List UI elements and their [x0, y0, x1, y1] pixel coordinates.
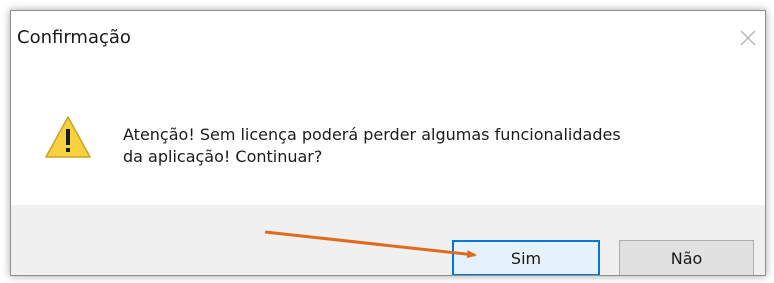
- close-button[interactable]: [735, 25, 761, 51]
- title-bar[interactable]: Confirmação: [11, 11, 765, 71]
- page: Confirmação Atenção! Sem licença poderá …: [0, 0, 774, 283]
- dialog-message: Atenção! Sem licença poderá perder algum…: [123, 124, 743, 168]
- message-line-2: da aplicação! Continuar?: [123, 147, 323, 166]
- confirmation-dialog: Confirmação Atenção! Sem licença poderá …: [10, 10, 766, 276]
- dialog-title: Confirmação: [17, 27, 131, 48]
- dialog-footer: Sim Não: [11, 205, 765, 275]
- yes-button[interactable]: Sim: [452, 240, 600, 275]
- dialog-content: Atenção! Sem licença poderá perder algum…: [11, 71, 765, 205]
- close-icon: [740, 30, 756, 46]
- warning-icon: [44, 115, 92, 159]
- no-button[interactable]: Não: [619, 240, 754, 275]
- message-line-1: Atenção! Sem licença poderá perder algum…: [123, 125, 621, 144]
